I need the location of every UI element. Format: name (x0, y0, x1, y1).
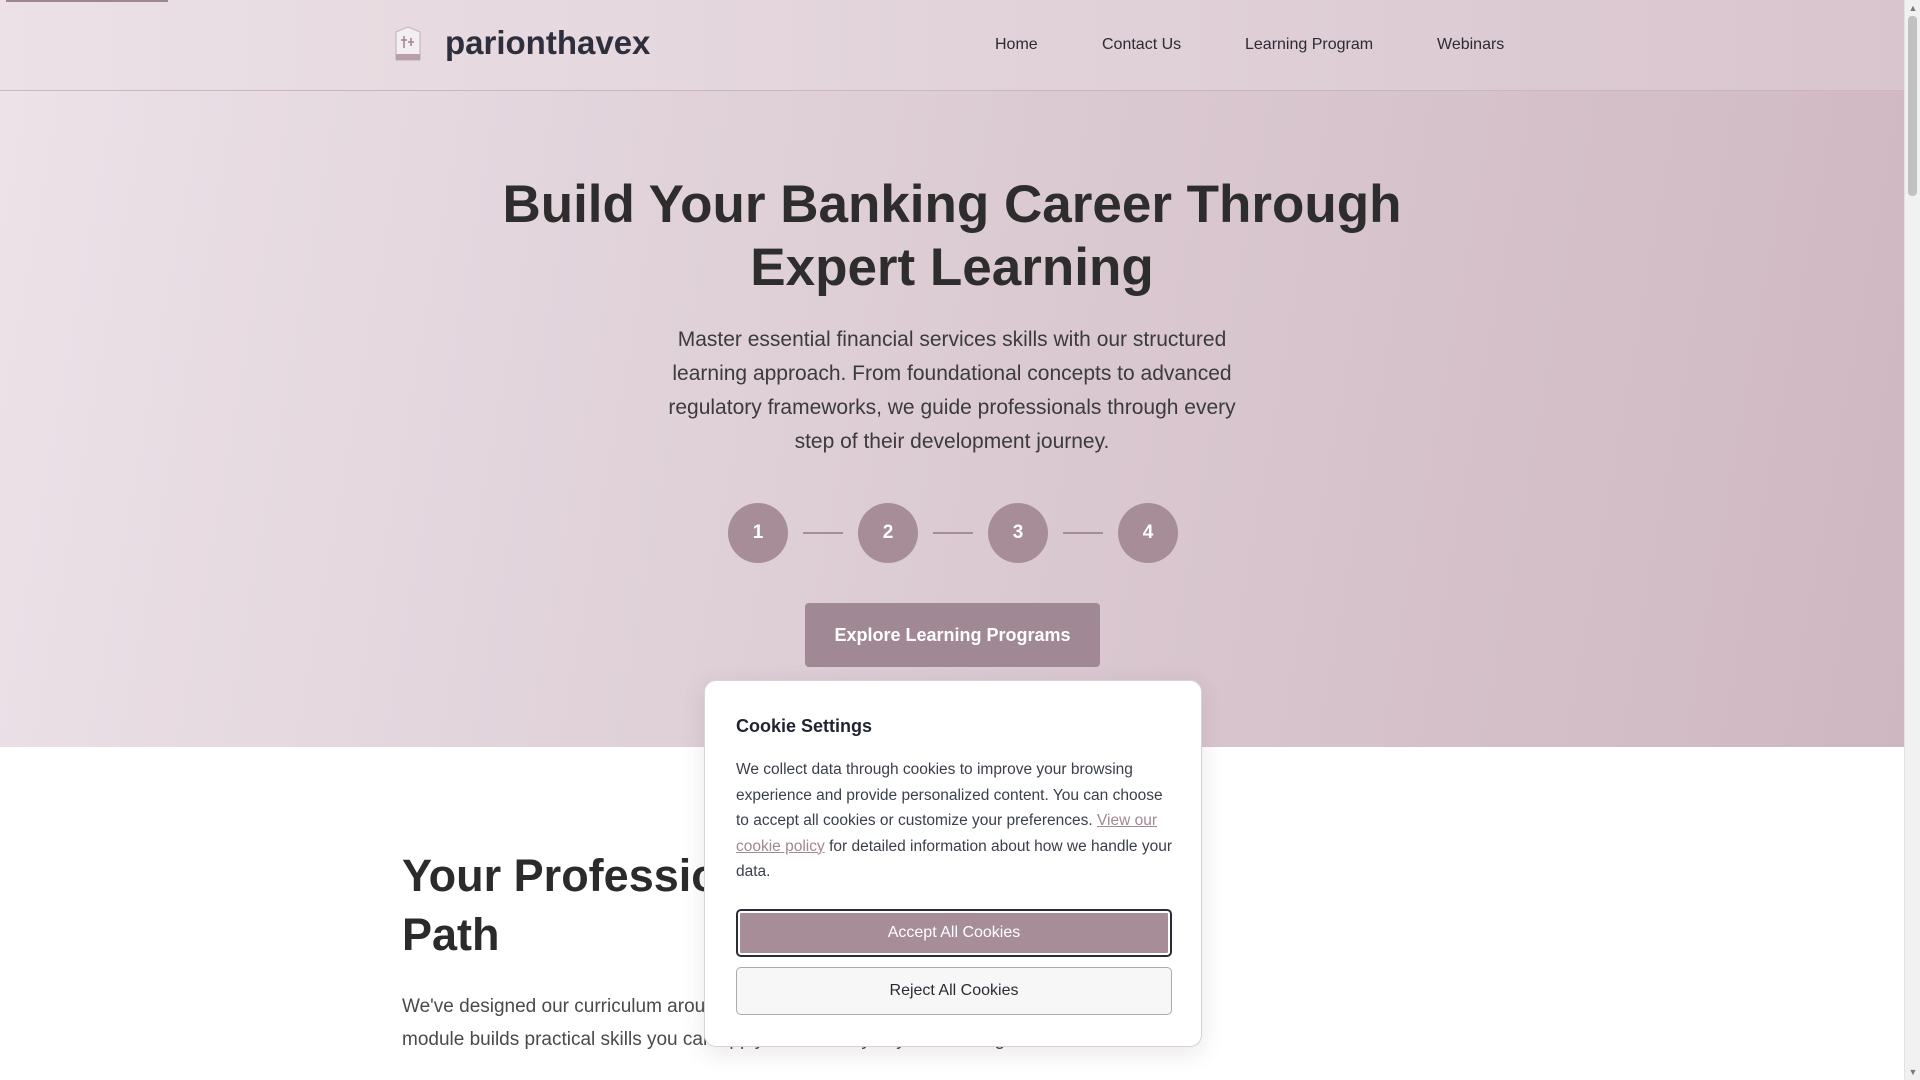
step-connector (933, 532, 973, 534)
nav-learning-program[interactable]: Learning Program (1245, 36, 1373, 54)
hero-section: Build Your Banking Career Through Expert… (0, 91, 1904, 747)
page: parionthavex Home Contact Us Learning Pr… (0, 0, 1904, 1080)
step-connector (1063, 532, 1103, 534)
nav-home[interactable]: Home (995, 36, 1038, 54)
accept-cookies-button[interactable]: Accept All Cookies (736, 909, 1172, 957)
hero-title: Build Your Banking Career Through Expert… (502, 175, 1402, 297)
cookie-title: Cookie Settings (736, 716, 873, 736)
step-3: 3 (988, 503, 1048, 563)
cookie-text: We collect data through cookies to impro… (736, 757, 1176, 885)
top-accent-bar (6, 0, 168, 2)
cookie-dialog: Cookie Settings We collect data through … (704, 680, 1202, 1047)
main-nav: Home Contact Us Learning Program Webinar… (0, 36, 1904, 56)
hero-description: Master essential financial services skil… (668, 328, 1236, 453)
step-2: 2 (858, 503, 918, 563)
scroll-up-icon[interactable]: ▲ (1905, 0, 1920, 16)
scroll-thumb[interactable] (1908, 16, 1917, 196)
explore-programs-button[interactable]: Explore Learning Programs (805, 603, 1100, 667)
step-connector (803, 532, 843, 534)
nav-contact-us[interactable]: Contact Us (1102, 36, 1181, 54)
nav-webinars[interactable]: Webinars (1437, 36, 1504, 54)
reject-cookies-button[interactable]: Reject All Cookies (736, 967, 1172, 1015)
scroll-down-icon[interactable]: ▼ (1905, 1064, 1920, 1080)
step-1: 1 (728, 503, 788, 563)
site-header: parionthavex Home Contact Us Learning Pr… (0, 0, 1904, 91)
step-4: 4 (1118, 503, 1178, 563)
page-scrollbar[interactable]: ▲ ▼ (1904, 0, 1920, 1080)
